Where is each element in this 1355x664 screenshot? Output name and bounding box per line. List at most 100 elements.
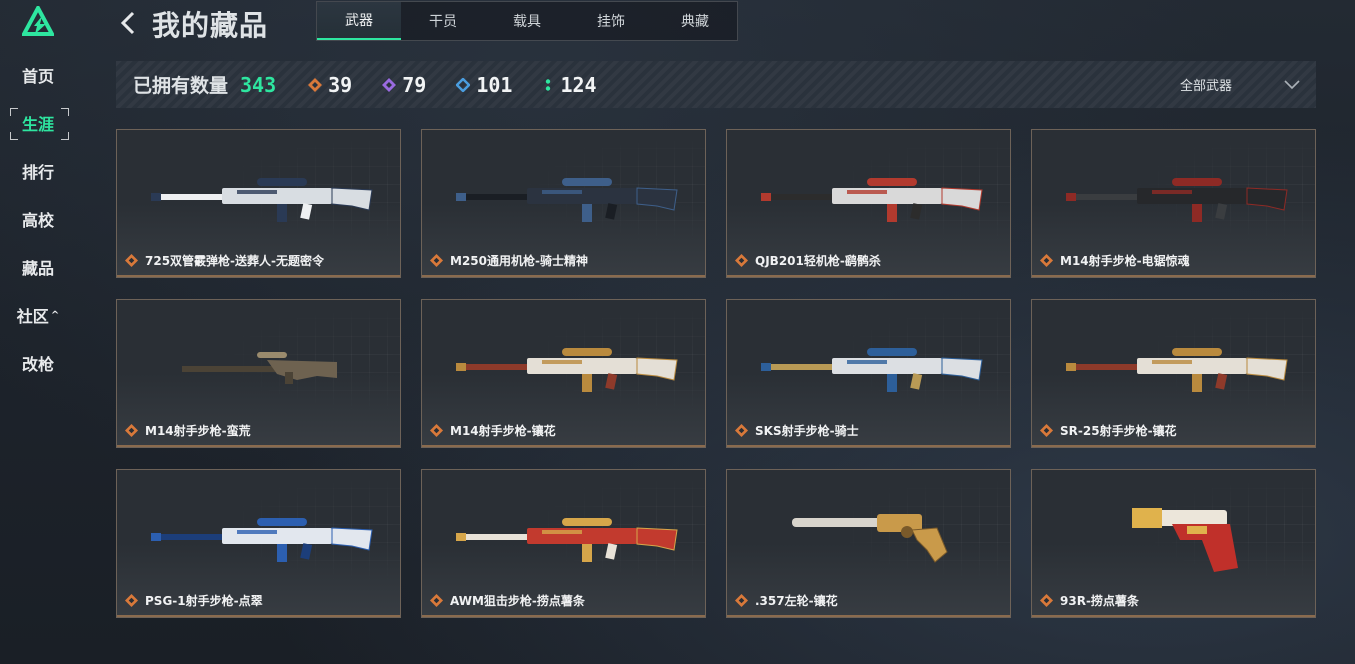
owned-count: 343 (240, 72, 277, 97)
tab-1[interactable]: 干员 (401, 2, 485, 40)
sidebar-item-1[interactable]: 生涯 (10, 108, 66, 138)
rarity-diamond-icon (1040, 254, 1053, 267)
item-name-row: .357左轮-镶花 (735, 592, 838, 609)
item-name: PSG-1射手步枪-点翠 (145, 594, 263, 608)
weapon-image (182, 352, 337, 384)
rarity-diamond-icon (125, 594, 138, 607)
item-name-row: M14射手步枪-蛮荒 (125, 422, 251, 439)
collection-item-card[interactable]: 93R-捞点薯条 (1031, 469, 1316, 618)
rarity-count: 101 (456, 73, 512, 97)
filter-label: 全部武器 (1180, 79, 1233, 94)
tab-2[interactable]: 载具 (485, 2, 569, 40)
item-name-row: 725双管霰弹枪-送葬人-无题密令 (125, 252, 324, 269)
weapon-image (151, 518, 373, 562)
sidebar-item-3[interactable]: 高校 (10, 204, 66, 234)
item-name-row: 93R-捞点薯条 (1040, 592, 1139, 609)
collection-item-card[interactable]: 725双管霰弹枪-送葬人-无题密令 (116, 129, 401, 278)
sidebar-item-label: 首页 (21, 67, 54, 86)
item-name-row: SR-25射手步枪-镶花 (1040, 422, 1177, 439)
item-name-row: PSG-1射手步枪-点翠 (125, 592, 263, 609)
item-name: 725双管霰弹枪-送葬人-无题密令 (145, 254, 325, 268)
chevron-down-icon (1284, 79, 1300, 89)
collection-item-card[interactable]: QJB201轻机枪-鹞鹘杀 (726, 129, 1011, 278)
collection-item-card[interactable]: M250通用机枪-骑士精神 (421, 129, 706, 278)
rarity-diamond-icon (430, 254, 443, 267)
sidebar-item-6[interactable]: 改枪 (10, 348, 66, 378)
owned-label: 已拥有数量 (133, 75, 229, 97)
weapon-image (761, 348, 983, 392)
rarity-diamond-icon (735, 424, 748, 437)
card-rarity-line (727, 445, 1010, 447)
card-rarity-line (117, 615, 400, 617)
back-arrow-icon[interactable] (118, 8, 140, 38)
orange-diamond-icon (308, 77, 323, 92)
sidebar-item-4[interactable]: 藏品 (10, 252, 66, 282)
logo-icon[interactable] (22, 6, 54, 38)
card-rarity-line (1032, 275, 1315, 277)
rarity-value: 79 (402, 72, 427, 97)
card-rarity-line (727, 275, 1010, 277)
card-rarity-line (117, 275, 400, 277)
sidebar-item-label: 改枪 (21, 355, 54, 374)
item-name: M14射手步枪-电锯惊魂 (1060, 254, 1190, 268)
card-rarity-line (727, 615, 1010, 617)
weapon-image (151, 178, 373, 222)
item-name: 93R-捞点薯条 (1060, 594, 1139, 608)
weapon-filter-dropdown[interactable]: 全部武器 (1156, 61, 1316, 108)
collection-item-card[interactable]: M14射手步枪-蛮荒 (116, 299, 401, 448)
sidebar-item-label: 社区 (16, 307, 49, 326)
collection-item-card[interactable]: SR-25射手步枪-镶花 (1031, 299, 1316, 448)
collection-item-card[interactable]: AWM狙击步枪-捞点薯条 (421, 469, 706, 618)
tab-4[interactable]: 典藏 (653, 2, 737, 40)
sidebar-item-5[interactable]: 社区 ^ (10, 300, 66, 330)
card-rarity-line (422, 615, 705, 617)
item-name-row: M14射手步枪-镶花 (430, 422, 556, 439)
stats-bar: 已拥有数量 343 39 79 101 124 全部武器 (116, 61, 1316, 108)
sidebar-item-label: 藏品 (21, 259, 54, 278)
weapon-image (1066, 348, 1288, 392)
rarity-value: 101 (476, 72, 513, 97)
item-name-row: QJB201轻机枪-鹞鹘杀 (735, 252, 881, 269)
rarity-count: 79 (382, 73, 426, 97)
rarity-diamond-icon (125, 424, 138, 437)
card-rarity-line (117, 445, 400, 447)
sidebar-item-label: 高校 (21, 211, 54, 230)
rarity-diamond-icon (735, 254, 748, 267)
rarity-diamond-icon (735, 594, 748, 607)
sidebar-item-label: 排行 (21, 163, 54, 182)
item-name: M250通用机枪-骑士精神 (450, 254, 588, 268)
collection-item-card[interactable]: M14射手步枪-镶花 (421, 299, 706, 448)
chevron-up-icon: ^ (50, 309, 60, 321)
rarity-diamond-icon (430, 594, 443, 607)
rarity-diamond-icon (1040, 424, 1053, 437)
sidebar-item-0[interactable]: 首页 (10, 60, 66, 90)
blue-diamond-icon (456, 77, 471, 92)
collection-item-card[interactable]: M14射手步枪-电锯惊魂 (1031, 129, 1316, 278)
weapon-image (456, 348, 678, 392)
item-name: SR-25射手步枪-镶花 (1060, 424, 1177, 438)
rarity-diamond-icon (430, 424, 443, 437)
rarity-value: 124 (560, 72, 597, 97)
item-name: M14射手步枪-镶花 (450, 424, 556, 438)
sidebar-item-label: 生涯 (21, 115, 54, 134)
weapon-image (1132, 508, 1238, 572)
collection-item-card[interactable]: .357左轮-镶花 (726, 469, 1011, 618)
card-rarity-line (422, 445, 705, 447)
item-name: .357左轮-镶花 (755, 594, 838, 608)
sidebar-item-2[interactable]: 排行 (10, 156, 66, 186)
card-rarity-line (1032, 615, 1315, 617)
rarity-count: 39 (308, 73, 352, 97)
weapon-image (456, 178, 678, 222)
tab-0[interactable]: 武器 (317, 2, 401, 40)
item-name: QJB201轻机枪-鹞鹘杀 (755, 254, 881, 268)
rarity-diamond-icon (1040, 594, 1053, 607)
collection-item-card[interactable]: PSG-1射手步枪-点翠 (116, 469, 401, 618)
item-name-row: M250通用机枪-骑士精神 (430, 252, 588, 269)
item-name: M14射手步枪-蛮荒 (145, 424, 251, 438)
tab-3[interactable]: 挂饰 (569, 2, 653, 40)
item-name: SKS射手步枪-骑士 (755, 424, 859, 438)
collection-item-card[interactable]: SKS射手步枪-骑士 (726, 299, 1011, 448)
item-name: AWM狙击步枪-捞点薯条 (450, 594, 585, 608)
item-name-row: SKS射手步枪-骑士 (735, 422, 859, 439)
card-rarity-line (422, 275, 705, 277)
